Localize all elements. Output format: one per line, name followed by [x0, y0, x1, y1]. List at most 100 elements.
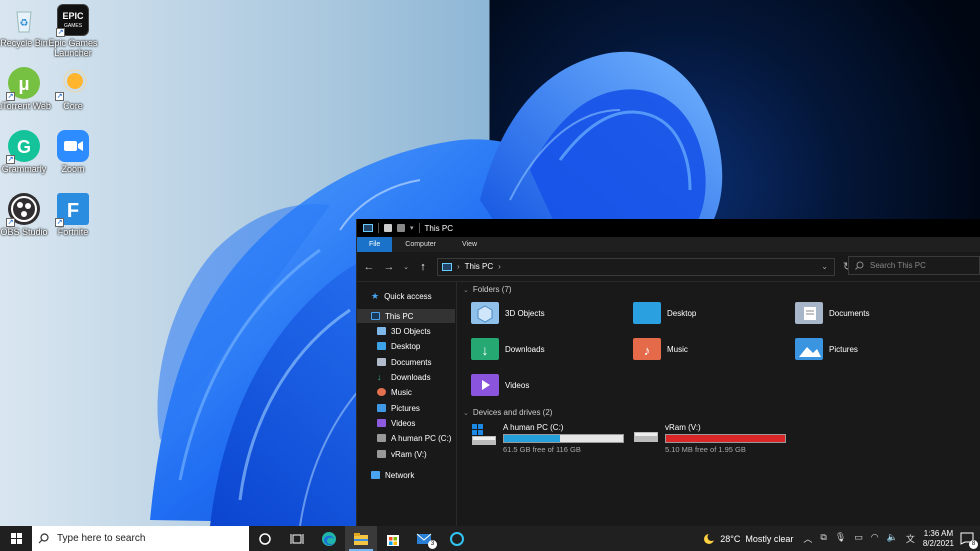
sidebar-item-desktop[interactable]: Desktop — [377, 339, 420, 353]
tab-file[interactable]: File — [357, 237, 393, 252]
show-hidden-icons-chevron-icon[interactable]: ︿ — [803, 532, 812, 545]
edge-button[interactable] — [313, 526, 345, 551]
shortcut-arrow-icon: ↗ — [6, 155, 15, 164]
mail-button[interactable]: 3 — [409, 526, 441, 551]
file-explorer-button[interactable] — [345, 526, 377, 551]
sidebar-item-downloads[interactable]: ↓ Downloads — [377, 370, 431, 384]
title-bar[interactable]: ▾ This PC — [357, 219, 980, 237]
cube-icon — [471, 302, 499, 324]
back-arrow-icon[interactable]: ← — [363, 261, 375, 273]
device-icon[interactable]: ⧉ — [820, 532, 826, 545]
breadcrumb-chevron-icon: › — [457, 262, 460, 271]
shortcut-arrow-icon: ↗ — [56, 28, 65, 37]
utorrent-icon: μ ↗ — [6, 67, 40, 101]
taskbar: Type here to search 3 28°C Mostly clear … — [0, 526, 980, 551]
folder-desktop[interactable]: Desktop — [633, 302, 696, 324]
task-view-icon — [290, 533, 304, 544]
svg-text:EPIC: EPIC — [62, 11, 84, 21]
address-field[interactable]: › This PC › ⌄ — [437, 257, 835, 276]
shortcut-arrow-icon: ↗ — [6, 218, 15, 227]
desktop-folder-icon — [377, 342, 386, 350]
drives-group-header[interactable]: ⌄ Devices and drives (2) — [463, 408, 552, 417]
store-button[interactable] — [377, 526, 409, 551]
desktop-icon-core[interactable]: ↗ Core — [44, 67, 102, 111]
search-box[interactable]: Search This PC — [848, 256, 980, 275]
videos-icon — [471, 374, 499, 396]
desktop-icon-epic-games[interactable]: EPIC GAMES ↗ Epic Games Launcher — [44, 4, 102, 58]
folder-videos[interactable]: Videos — [471, 374, 529, 396]
folder-pictures[interactable]: Pictures — [795, 338, 858, 360]
drive-c-free-space: 61.5 GB free of 116 GB — [503, 445, 581, 454]
sidebar-item-documents[interactable]: Documents — [377, 355, 431, 369]
wifi-icon[interactable]: ◠ — [871, 532, 879, 545]
sidebar-item-drive-v[interactable]: vRam (V:) — [377, 447, 427, 461]
new-folder-icon[interactable] — [397, 224, 405, 232]
shortcut-arrow-icon: ↗ — [55, 218, 64, 227]
svg-text:F: F — [67, 200, 79, 222]
tab-computer[interactable]: Computer — [392, 237, 449, 252]
folder-documents[interactable]: Documents — [795, 302, 869, 324]
desktop-icon-zoom[interactable]: Zoom — [44, 130, 102, 174]
notification-count: 8 — [969, 539, 978, 549]
forward-arrow-icon[interactable]: → — [383, 261, 395, 273]
sidebar-item-music[interactable]: Music — [377, 385, 412, 399]
battery-icon[interactable]: ▭ — [854, 532, 863, 545]
clock[interactable]: 1:36 AM 8/2/2021 — [923, 529, 954, 549]
breadcrumb-chevron-icon[interactable]: › — [498, 262, 501, 271]
drive-c[interactable]: A human PC (C:) 61.5 GB free of 116 GB — [471, 423, 624, 454]
content-pane: ⌄ Folders (7) 3D Objects Desktop Documen… — [461, 282, 980, 526]
start-button[interactable] — [0, 526, 32, 551]
grammarly-icon: G ↗ — [6, 130, 40, 164]
folder-music[interactable]: ♪ Music — [633, 338, 688, 360]
zoom-icon — [57, 130, 89, 162]
drive-v-usage-bar — [665, 434, 786, 443]
recent-locations-icon[interactable]: ⌄ — [403, 263, 409, 271]
download-icon: ↓ — [471, 338, 499, 360]
navigation-pane: ★ Quick access This PC 3D Objects Deskto… — [357, 282, 457, 526]
properties-icon[interactable] — [384, 224, 392, 232]
drive-v-usage-fill — [666, 435, 785, 442]
desktop-folder-icon — [633, 302, 661, 324]
drive-icon — [377, 434, 386, 442]
breadcrumb-this-pc[interactable]: This PC — [465, 262, 493, 271]
drive-v-label: vRam (V:) — [665, 423, 701, 432]
folder-3d-objects[interactable]: 3D Objects — [471, 302, 545, 324]
microphone-icon[interactable]: 🎙 — [835, 532, 846, 545]
svg-text:↓: ↓ — [482, 342, 489, 358]
sidebar-item-quick-access[interactable]: ★ Quick access — [371, 289, 432, 303]
tab-view[interactable]: View — [449, 237, 490, 252]
sidebar-item-drive-c[interactable]: A human PC (C:) — [377, 431, 451, 445]
volume-icon[interactable]: 🔈 — [887, 532, 898, 545]
file-explorer-window[interactable]: ▾ This PC File Computer View ← → ⌄ ↑ › T… — [356, 219, 980, 526]
sidebar-item-3d-objects[interactable]: 3D Objects — [377, 324, 431, 338]
task-view-button[interactable] — [281, 526, 313, 551]
sidebar-item-this-pc[interactable]: This PC — [357, 309, 455, 323]
address-dropdown-icon[interactable]: ⌄ — [821, 262, 828, 271]
sidebar-item-videos[interactable]: Videos — [377, 416, 415, 430]
weather-widget[interactable]: 28°C Mostly clear — [703, 532, 793, 545]
search-icon — [855, 261, 864, 270]
folder-downloads[interactable]: ↓ Downloads — [471, 338, 545, 360]
notification-center-button[interactable]: 8 — [960, 531, 978, 549]
sidebar-item-network[interactable]: Network — [371, 468, 414, 482]
sidebar-item-pictures[interactable]: Pictures — [377, 401, 420, 415]
svg-text:G: G — [17, 137, 31, 157]
folders-group-header[interactable]: ⌄ Folders (7) — [463, 285, 512, 294]
search-icon — [38, 533, 49, 544]
cortana-button[interactable] — [249, 526, 281, 551]
shortcut-arrow-icon: ↗ — [6, 92, 15, 101]
cube-icon — [377, 327, 386, 335]
customize-toolbar-icon[interactable]: ▾ — [410, 224, 414, 232]
documents-icon — [377, 358, 386, 366]
svg-text:μ: μ — [18, 74, 29, 94]
up-arrow-icon[interactable]: ↑ — [417, 261, 429, 273]
taskbar-search[interactable]: Type here to search — [32, 526, 249, 551]
desktop-icon-fortnite[interactable]: F ↗ Fortnite — [44, 193, 102, 237]
drive-v[interactable]: vRam (V:) 5.10 MB free of 1.95 GB — [633, 423, 786, 454]
taskbar-search-placeholder: Type here to search — [57, 533, 146, 544]
language-icon[interactable]: 文 — [906, 532, 915, 545]
videos-icon — [377, 419, 386, 427]
system-tray: 28°C Mostly clear ︿ ⧉ 🎙 ▭ ◠ 🔈 文 1:36 AM … — [703, 526, 980, 551]
edge-icon — [322, 531, 336, 546]
alexa-button[interactable] — [441, 526, 473, 551]
